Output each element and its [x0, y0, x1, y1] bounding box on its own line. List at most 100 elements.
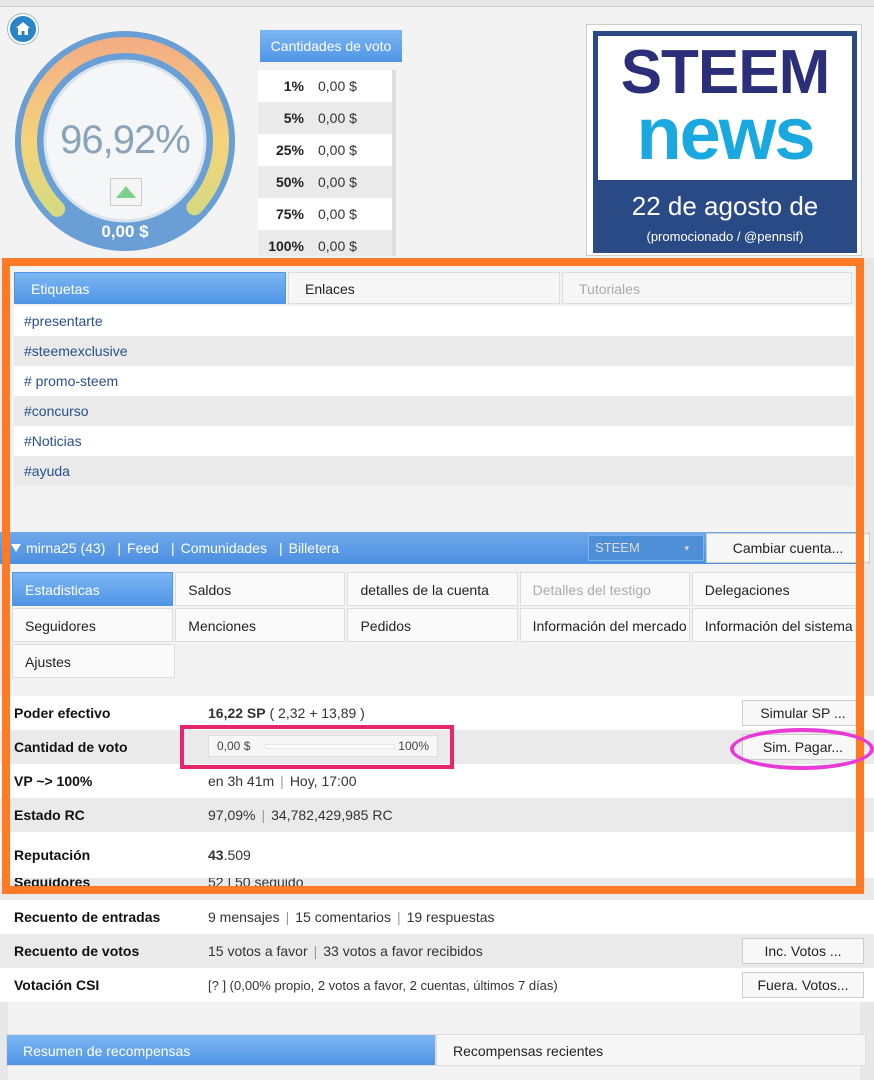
stat-label: Recuento de votos — [14, 943, 140, 959]
vote-val: 0,00 $ — [318, 206, 357, 222]
poder-sp: 16,22 SP — [208, 705, 266, 721]
tags-tabbar: Etiquetas Enlaces Tutoriales — [8, 270, 860, 306]
vote-val: 0,00 $ — [318, 174, 357, 190]
stat-value: [? ] (0,00% propio, 2 votos a favor, 2 c… — [208, 977, 558, 993]
stat-label: Poder efectivo — [14, 705, 111, 721]
vote-amount-slider[interactable]: 0,00 $ 100% — [208, 734, 438, 757]
separator: | — [280, 773, 284, 789]
select-arrow-icon: ▾ — [684, 543, 689, 553]
tab-info-sistema[interactable]: Información del sistema — [691, 608, 862, 642]
separator: | — [261, 807, 266, 823]
steem-news-banner[interactable]: STEEM news 22 de agosto de (promocionado… — [586, 24, 862, 256]
tab-delegaciones[interactable]: Delegaciones — [691, 572, 862, 606]
triangle-down-icon[interactable] — [10, 543, 22, 553]
news-promo: (promocionado / @pennsif) — [646, 229, 804, 244]
vote-pct: 75% — [275, 206, 304, 222]
stat-label: Recuento de entradas — [14, 909, 161, 925]
vote-pct: 1% — [283, 78, 304, 94]
vote-pct: 5% — [283, 110, 304, 126]
vote-pct: 100% — [268, 238, 304, 254]
tag-link[interactable]: # promo-steem — [14, 366, 854, 396]
tab-detalles-cuenta[interactable]: detalles de la cuenta — [347, 572, 518, 606]
switch-account-button[interactable]: Cambiar cuenta... — [706, 533, 870, 563]
stat-value: 97,09% | 34,782,429,985 RC — [200, 807, 393, 823]
tab-etiquetas[interactable]: Etiquetas — [14, 272, 286, 304]
vote-val: 0,00 $ — [318, 142, 357, 158]
link-billetera[interactable]: Billetera — [289, 540, 340, 556]
tag-link[interactable]: #concurso — [14, 396, 854, 426]
stat-row-vp: VP ~> 100% en 3h 41m | Hoy, 17:00 — [0, 764, 874, 798]
stat-label: VP ~> 100% — [14, 773, 93, 789]
sim-pagar-button[interactable]: Sim. Pagar... — [742, 734, 864, 760]
tag-link[interactable]: #steemexclusive — [14, 336, 854, 366]
votos-recibidos: 33 votos a favor recibidos — [323, 943, 483, 959]
tag-list: #presentarte #steemexclusive # promo-ste… — [14, 306, 854, 486]
tab-resumen-recompensas[interactable]: Resumen de recompensas — [6, 1034, 436, 1066]
stat-value: 16,22 SP ( 2,32 + 13,89 ) — [200, 705, 365, 721]
tab-recompensas-recientes[interactable]: Recompensas recientes — [436, 1034, 866, 1066]
tab-row: Ajustes — [0, 644, 864, 680]
vote-row: 1% 0,00 $ — [258, 70, 392, 102]
stat-label: Cantidad de voto — [14, 739, 128, 755]
account-bar: mirna25 (43) | Feed | Comunidades | Bill… — [0, 532, 870, 564]
inc-votos-button[interactable]: Inc. Votos ... — [742, 938, 864, 964]
vote-row: 100% 0,00 $ — [258, 230, 392, 256]
stat-row-poder: Poder efectivo 16,22 SP ( 2,32 + 13,89 )… — [0, 696, 874, 730]
fuera-votos-button[interactable]: Fuera. Votos... — [742, 972, 864, 998]
vote-row: 50% 0,00 $ — [258, 166, 392, 198]
account-user[interactable]: mirna25 (43) — [26, 540, 105, 556]
stat-row-rep: Reputación 43.509 — [0, 832, 874, 878]
stats-table: Poder efectivo 16,22 SP ( 2,32 + 13,89 )… — [0, 696, 874, 1002]
vote-slider-track[interactable] — [265, 743, 395, 749]
news-date: 22 de agosto de — [631, 191, 819, 221]
separator: | — [313, 943, 318, 959]
tab-detalles-testigo[interactable]: Detalles del testigo — [519, 572, 690, 606]
vote-pct: 25% — [275, 142, 304, 158]
chain-select-value: STEEM — [595, 540, 640, 555]
separator: | — [117, 540, 122, 556]
account-tabs: Estadisticas Saldos detalles de la cuent… — [0, 572, 864, 680]
stat-value: 52 | 50 seguido — [208, 878, 304, 890]
entradas-comentarios: 15 comentarios — [295, 909, 391, 925]
rep-dec: .509 — [223, 847, 251, 863]
news-card: STEEM news 22 de agosto de (promocionado… — [593, 31, 857, 253]
tab-row: Seguidores Menciones Pedidos Información… — [0, 608, 864, 644]
votos-favor: 15 votos a favor — [208, 943, 308, 959]
stat-value: en 3h 41m | Hoy, 17:00 — [200, 773, 356, 789]
tab-pedidos[interactable]: Pedidos — [347, 608, 518, 642]
link-comunidades[interactable]: Comunidades — [181, 540, 267, 556]
rc-val: 34,782,429,985 RC — [271, 807, 393, 823]
rep-int: 43 — [208, 847, 224, 863]
stat-label: Votación CSI — [14, 977, 100, 993]
vote-val: 0,00 $ — [318, 78, 357, 94]
tab-menciones[interactable]: Menciones — [175, 608, 346, 642]
stat-label: Reputación — [14, 847, 91, 863]
vote-row: 25% 0,00 $ — [258, 134, 392, 166]
separator: | — [396, 909, 401, 925]
link-feed[interactable]: Feed — [127, 540, 159, 556]
tab-saldos[interactable]: Saldos — [175, 572, 346, 606]
tag-link[interactable]: #presentarte — [14, 306, 854, 336]
tab-enlaces[interactable]: Enlaces — [288, 272, 560, 304]
tab-tutoriales[interactable]: Tutoriales — [562, 272, 852, 304]
stat-row-seguidores: Seguidores 52 | 50 seguido — [0, 878, 874, 900]
tab-info-mercado[interactable]: Información del mercado — [519, 608, 690, 642]
stat-label: Estado RC — [14, 807, 85, 823]
tag-link[interactable]: #ayuda — [14, 456, 854, 486]
news-logo-news: news — [636, 92, 815, 175]
tab-estadisticas[interactable]: Estadisticas — [12, 572, 174, 606]
tab-seguidores[interactable]: Seguidores — [12, 608, 174, 642]
vote-value: 0,00 $ — [101, 222, 149, 241]
chain-select[interactable]: STEEM ▾ — [588, 535, 704, 561]
rewards-tabbar: Resumen de recompensas Recompensas recie… — [6, 1034, 870, 1068]
vote-up-button[interactable] — [110, 178, 142, 206]
tab-ajustes[interactable]: Ajustes — [12, 644, 175, 678]
tag-link[interactable]: #Noticias — [14, 426, 854, 456]
vote-pct: 50% — [275, 174, 304, 190]
stat-row-entradas: Recuento de entradas 9 mensajes | 15 comen… — [0, 900, 874, 934]
stat-value: 0,00 $ 100% — [200, 734, 438, 760]
separator: | — [285, 909, 290, 925]
simulate-sp-button[interactable]: Simular SP ... — [742, 700, 864, 726]
tab-vote-amounts[interactable]: Cantidades de voto — [260, 30, 402, 62]
triangle-up-icon — [116, 186, 136, 198]
